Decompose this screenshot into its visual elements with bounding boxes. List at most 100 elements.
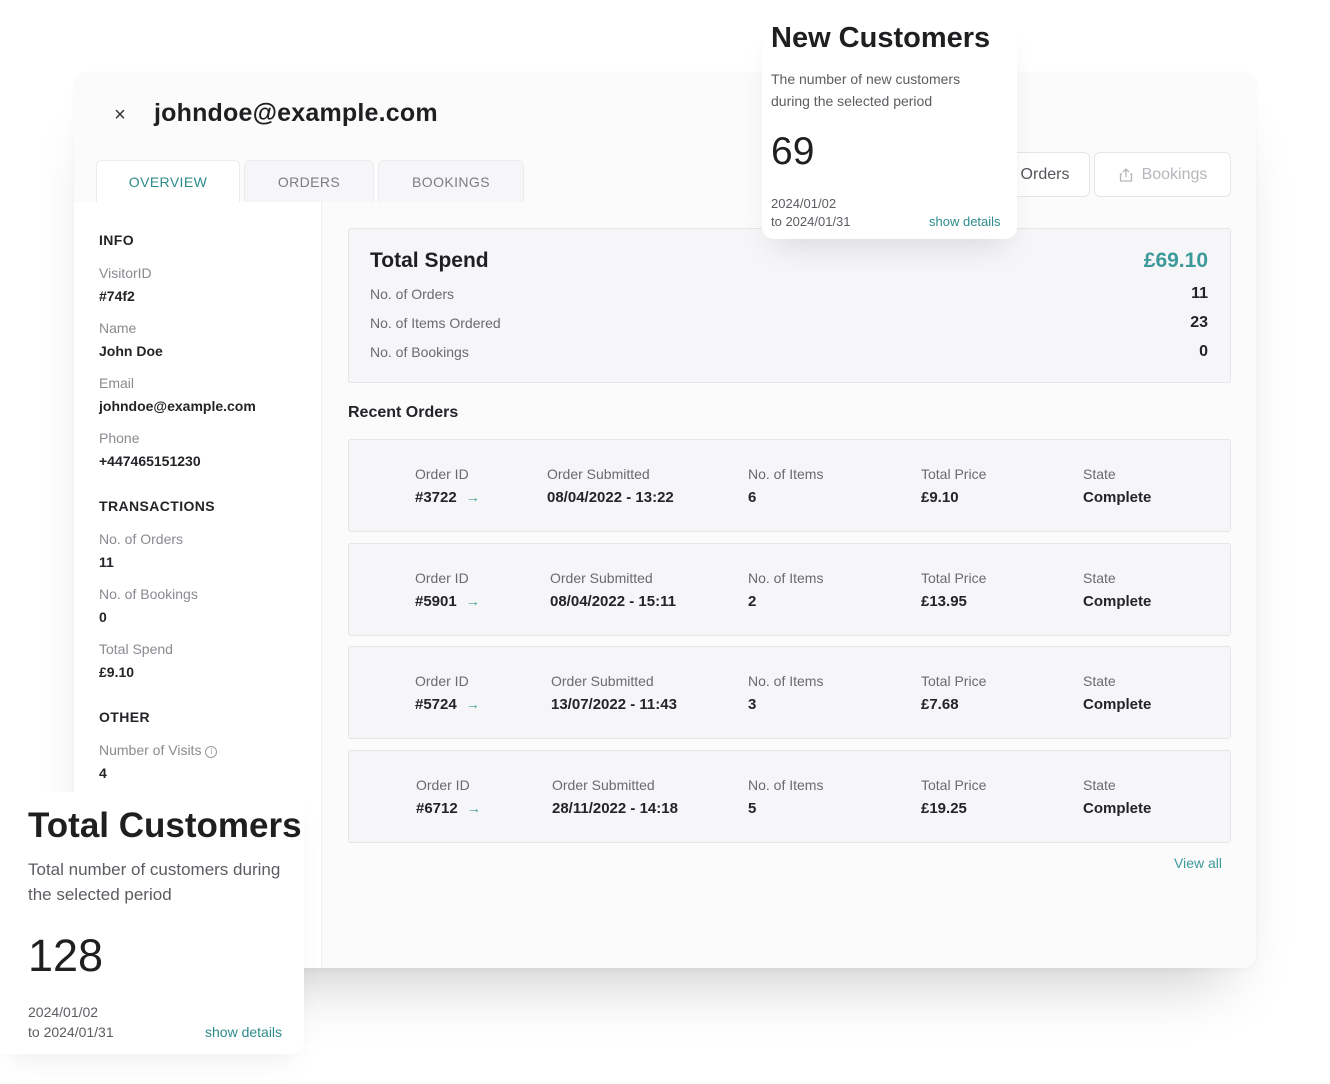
orders-count-value: 11 [99,554,114,570]
total-customers-date-from: 2024/01/02 [28,1004,99,1020]
email-value: johndoe@example.com [99,398,256,414]
email-label: Email [99,375,135,391]
new-customers-show-details-link[interactable]: show details [929,214,1001,229]
spend-orders-label: No. of Orders [370,286,455,302]
spend-bookings-value: 0 [1199,343,1208,360]
transactions-heading: TRANSACTIONS [99,498,216,514]
total-customers-show-details-link[interactable]: show details [205,1024,282,1040]
spend-items-value: 23 [1190,314,1208,331]
arrow-right-icon[interactable]: → [466,593,480,609]
order-row [348,750,1231,843]
info-heading: INFO [99,232,135,248]
total-customers-value: 128 [28,930,104,981]
page-title: johndoe@example.com [154,99,438,127]
bookings-count-value: 0 [99,609,107,625]
new-customers-title: New Customers [771,22,991,54]
arrow-right-icon[interactable]: → [466,489,480,505]
total-customers-date-to: to 2024/01/31 [28,1024,114,1040]
order-price-value: £9.10 [921,489,959,506]
order-price-value: £7.68 [921,696,959,713]
order-items-value: 5 [748,800,757,817]
spend-orders-value: 11 [1191,285,1208,302]
tab-orders[interactable]: ORDERS [244,160,374,202]
order-submitted-label: Order Submitted [550,570,653,586]
order-id-label: Order ID [415,673,469,689]
order-submitted-label: Order Submitted [552,777,655,793]
order-state-value: Complete [1083,696,1152,713]
order-row [348,646,1231,739]
order-items-value: 2 [748,593,757,610]
order-id-value: #3722 → [415,489,480,506]
bookings-count-label: No. of Bookings [99,586,198,602]
bookings-button-label: Bookings [1141,165,1208,183]
total-spend-value: £9.10 [99,664,135,680]
order-submitted-value: 08/04/2022 - 15:11 [550,593,676,610]
order-submitted-label: Order Submitted [547,466,650,482]
info-icon[interactable]: i [205,746,218,758]
visitor-id-label: VisitorID [99,265,152,281]
phone-label: Phone [99,430,140,446]
new-customers-value: 69 [771,130,815,173]
order-items-value: 3 [748,696,757,713]
order-state-value: Complete [1083,489,1152,506]
order-items-value: 6 [748,489,757,506]
recent-orders-title: Recent Orders [348,404,459,421]
total-spend-label: Total Spend [99,641,173,657]
share-icon [1119,167,1132,182]
order-id-label: Order ID [415,570,469,586]
tab-overview[interactable]: OVERVIEW [96,160,240,202]
order-row [348,543,1231,636]
visits-label-row: Number of Visits i [99,742,218,758]
total-spend-amount: £69.10 [1143,249,1208,272]
order-id-label: Order ID [415,466,469,482]
arrow-right-icon[interactable]: → [467,800,481,816]
view-all-link[interactable]: View all [1174,855,1222,871]
other-heading: OTHER [99,709,150,725]
order-price-label: Total Price [921,466,987,482]
order-id-text: #6712 [416,800,458,817]
close-icon[interactable]: × [110,104,130,126]
visits-value: 4 [99,765,107,781]
order-price-label: Total Price [921,673,987,689]
visits-label: Number of Visits [99,742,202,758]
order-submitted-label: Order Submitted [551,673,654,689]
arrow-right-icon[interactable]: → [466,696,480,712]
order-submitted-value: 08/04/2022 - 13:22 [547,489,674,506]
order-state-label: State [1083,570,1116,586]
order-price-label: Total Price [921,777,987,793]
tab-bar: OVERVIEW ORDERS BOOKINGS [96,160,528,202]
name-label: Name [99,320,137,336]
order-id-text: #5724 [415,696,457,713]
order-state-value: Complete [1083,800,1152,817]
order-state-value: Complete [1083,593,1152,610]
order-row [348,439,1231,532]
total-customers-description: Total number of customers during the sel… [28,860,281,904]
order-state-label: State [1083,673,1116,689]
order-id-value: #6712 → [416,800,481,817]
order-id-text: #5901 [415,593,457,610]
order-price-label: Total Price [921,570,987,586]
order-items-label: No. of Items [748,673,824,689]
order-state-label: State [1083,777,1116,793]
new-customers-date-to: to 2024/01/31 [771,214,851,229]
order-items-label: No. of Items [748,777,824,793]
order-items-label: No. of Items [748,466,824,482]
total-customers-title: Total Customers [28,806,302,845]
phone-value: +447465151230 [99,453,201,469]
bookings-button[interactable]: Bookings [1094,152,1231,197]
visitor-id-value: #74f2 [99,288,135,304]
total-spend-title: Total Spend [370,249,489,272]
order-price-value: £13.95 [921,593,967,610]
order-price-value: £19.25 [921,800,967,817]
order-id-label: Order ID [416,777,470,793]
order-state-label: State [1083,466,1116,482]
new-customers-date-from: 2024/01/02 [771,196,837,211]
orders-count-label: No. of Orders [99,531,184,547]
tab-bookings[interactable]: BOOKINGS [378,160,524,202]
order-id-value: #5724 → [415,696,480,713]
orders-button-label: Orders [1020,165,1070,183]
spend-bookings-label: No. of Bookings [370,344,469,360]
new-customers-description: The number of new customers during the s… [771,71,961,109]
spend-items-label: No. of Items Ordered [370,315,501,331]
order-id-text: #3722 [415,489,457,506]
